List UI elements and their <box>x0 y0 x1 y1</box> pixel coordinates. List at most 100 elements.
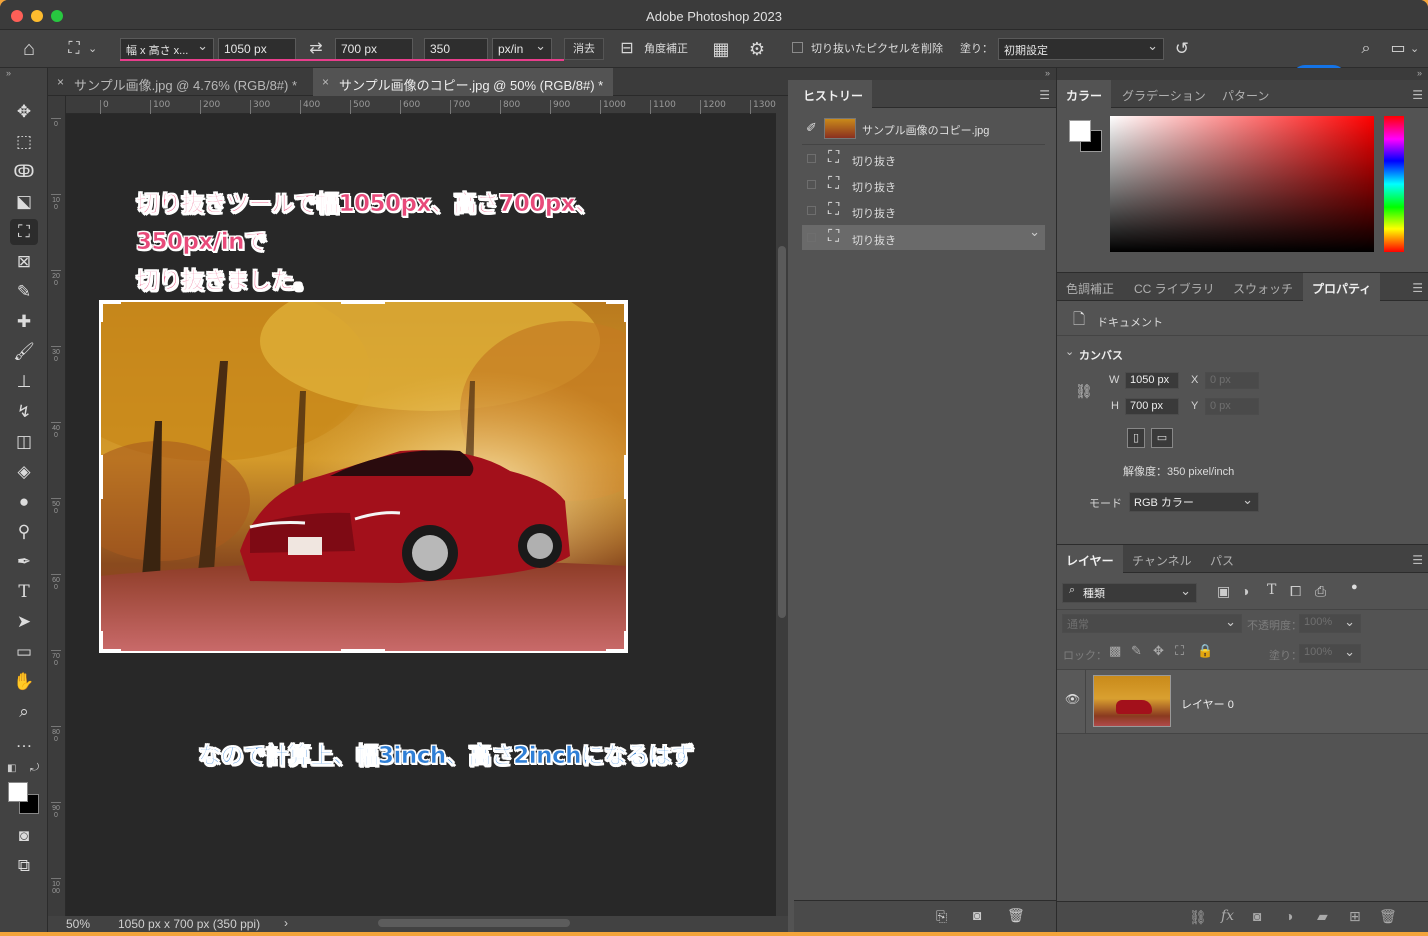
crop-height-input[interactable]: 700 px <box>335 38 413 60</box>
lock-all-icon[interactable]: 🔒 <box>1197 643 1213 659</box>
layer-filter-select[interactable]: 種類 <box>1062 583 1197 603</box>
chevron-down-icon[interactable]: ⌄ <box>1065 345 1074 358</box>
camera-icon[interactable]: ◙ <box>973 907 981 923</box>
color-field[interactable] <box>1110 116 1374 252</box>
lock-artboard-icon[interactable]: ⛶ <box>1175 643 1184 659</box>
tab-pattern[interactable]: パターン <box>1213 80 1278 108</box>
lasso-tool-icon[interactable]: ↂ <box>10 159 38 185</box>
history-brush-source-icon[interactable]: ✐ <box>806 120 817 136</box>
adjustment-layer-icon[interactable]: ◑ <box>1285 908 1293 924</box>
trash-icon[interactable]: 🗑 <box>1007 907 1025 924</box>
type-filter-icon[interactable]: T <box>1267 582 1276 598</box>
layer-mask-icon[interactable]: ◙ <box>1253 908 1261 924</box>
type-tool-icon[interactable]: T <box>10 579 38 605</box>
fill-field[interactable]: 100% <box>1299 644 1361 663</box>
close-tab-icon[interactable]: × <box>57 75 64 89</box>
crop-frame[interactable] <box>99 300 628 653</box>
canvas-y-field[interactable]: 0 px <box>1205 398 1259 415</box>
history-item[interactable]: ⛶ 切り抜き <box>802 172 1045 197</box>
panel-menu-icon[interactable]: ☰ <box>1412 88 1423 102</box>
panel-menu-icon[interactable]: ☰ <box>1412 553 1423 567</box>
panel-menu-icon[interactable]: ☰ <box>1039 88 1050 102</box>
stamp-tool-icon[interactable]: ⊥ <box>10 369 38 395</box>
history-item[interactable]: ⛶ 切り抜き <box>802 198 1045 223</box>
layer-row[interactable]: 👁 レイヤー 0 <box>1057 670 1428 734</box>
collapse-icon[interactable]: » <box>6 68 11 78</box>
search-icon[interactable]: ⌕ <box>1355 38 1377 60</box>
canvas-height-field[interactable]: 700 px <box>1125 398 1179 415</box>
hue-slider[interactable] <box>1384 116 1404 252</box>
paint-bucket-tool-icon[interactable]: ◈ <box>10 459 38 485</box>
tab-cc-libraries[interactable]: CC ライブラリ <box>1125 273 1224 301</box>
tab-sample-image-copy[interactable]: × サンプル画像のコピー.jpg @ 50% (RGB/8#) * <box>313 68 614 96</box>
link-layers-icon[interactable]: ⛓ <box>1189 909 1207 926</box>
fill-select[interactable]: 初期設定 <box>998 38 1164 60</box>
crop-handle-bottom[interactable] <box>341 649 385 653</box>
collapse-icon[interactable]: » <box>1045 68 1050 78</box>
tab-color[interactable]: カラー <box>1057 80 1112 108</box>
ratio-select[interactable]: 幅 x 高さ x... <box>120 38 214 60</box>
history-item[interactable]: ⛶ 切り抜き <box>802 146 1045 171</box>
horizontal-scroll-thumb[interactable] <box>378 919 570 927</box>
zoom-tool-icon[interactable]: ⌕ <box>10 699 38 725</box>
mode-select[interactable]: RGB カラー <box>1129 492 1259 512</box>
lock-transparent-icon[interactable]: ▩ <box>1109 643 1121 659</box>
crop-handle-top[interactable] <box>341 300 385 304</box>
eraser-tool-icon[interactable]: ◫ <box>10 429 38 455</box>
fx-icon[interactable]: fx <box>1221 908 1234 924</box>
crop-handle-bottom-right-v[interactable] <box>624 631 628 653</box>
crop-handle-left[interactable] <box>99 455 103 499</box>
crop-handle-top-right-v[interactable] <box>624 300 628 322</box>
visibility-eye-icon[interactable]: 👁 <box>1065 692 1080 706</box>
crop-tool-preset-icon[interactable]: ⛶ <box>60 38 88 60</box>
new-document-from-state-icon[interactable]: ⎘ <box>936 908 947 925</box>
delete-cropped-checkbox[interactable] <box>792 42 803 53</box>
lock-position-icon[interactable]: ✥ <box>1153 643 1164 659</box>
screen-mode-icon[interactable]: ⧉ <box>10 853 38 879</box>
frame-tool-icon[interactable]: ⊠ <box>10 249 38 275</box>
history-checkbox[interactable] <box>807 180 816 189</box>
status-menu-arrow[interactable]: › <box>284 916 288 930</box>
shape-filter-icon[interactable]: ⧠ <box>1290 583 1301 600</box>
resolution-input[interactable]: 350 <box>424 38 488 60</box>
swap-colors-icon[interactable]: ⤾ <box>30 762 39 775</box>
crop-tool-icon[interactable]: ⛶ <box>10 219 38 245</box>
eyedropper-tool-icon[interactable]: ✎ <box>10 279 38 305</box>
history-checkbox[interactable] <box>807 154 816 163</box>
quick-mask-icon[interactable]: ◙ <box>10 823 38 849</box>
path-selection-tool-icon[interactable]: ➤ <box>10 609 38 635</box>
foreground-color-swatch[interactable] <box>8 782 28 802</box>
landscape-icon[interactable]: ▭ <box>1151 428 1173 448</box>
swap-dimensions-icon[interactable]: ⇄ <box>304 38 328 60</box>
blur-tool-icon[interactable]: ● <box>10 489 38 515</box>
move-tool-icon[interactable]: ✥ <box>10 99 38 125</box>
crop-handle-top-left-v[interactable] <box>99 300 103 322</box>
history-snapshot[interactable]: ✐ サンプル画像のコピー.jpg <box>802 116 1045 142</box>
layer-name[interactable]: レイヤー 0 <box>1181 696 1234 712</box>
object-selection-tool-icon[interactable]: ⬕ <box>10 189 38 215</box>
portrait-icon[interactable]: ▯ <box>1127 428 1145 448</box>
crop-handle-right[interactable] <box>624 455 628 499</box>
more-tools-icon[interactable]: … <box>10 729 38 755</box>
adjustment-filter-icon[interactable]: ◑ <box>1241 583 1249 599</box>
tab-history[interactable]: ヒストリー <box>794 80 873 108</box>
resolution-unit-select[interactable]: px/in <box>492 38 552 60</box>
blend-mode-select[interactable]: 通常 <box>1062 614 1242 633</box>
tab-layers[interactable]: レイヤー <box>1057 545 1123 573</box>
canvas-width-field[interactable]: 1050 px <box>1125 372 1179 389</box>
straighten-icon[interactable]: ⊟ <box>614 38 640 60</box>
gear-icon[interactable]: ⚙ <box>744 38 770 60</box>
home-icon[interactable]: ⌂ <box>16 38 42 60</box>
tab-adjustments[interactable]: 色調補正 <box>1057 273 1123 301</box>
filter-toggle-icon[interactable]: ● <box>1351 581 1358 593</box>
workspace-icon[interactable]: ▭ <box>1386 38 1410 60</box>
pixel-filter-icon[interactable]: ▣ <box>1217 583 1230 600</box>
folder-icon[interactable]: ▰ <box>1317 908 1328 925</box>
tab-channels[interactable]: チャンネル <box>1123 545 1201 573</box>
reset-icon[interactable]: ↺ <box>1170 38 1194 60</box>
vertical-scroll-thumb[interactable] <box>778 246 786 618</box>
hand-tool-icon[interactable]: ✋ <box>10 669 38 695</box>
new-layer-icon[interactable]: ⊞ <box>1349 908 1361 925</box>
crop-width-input[interactable]: 1050 px <box>218 38 296 60</box>
history-item-selected[interactable]: ⛶ 切り抜き <box>802 224 1045 250</box>
